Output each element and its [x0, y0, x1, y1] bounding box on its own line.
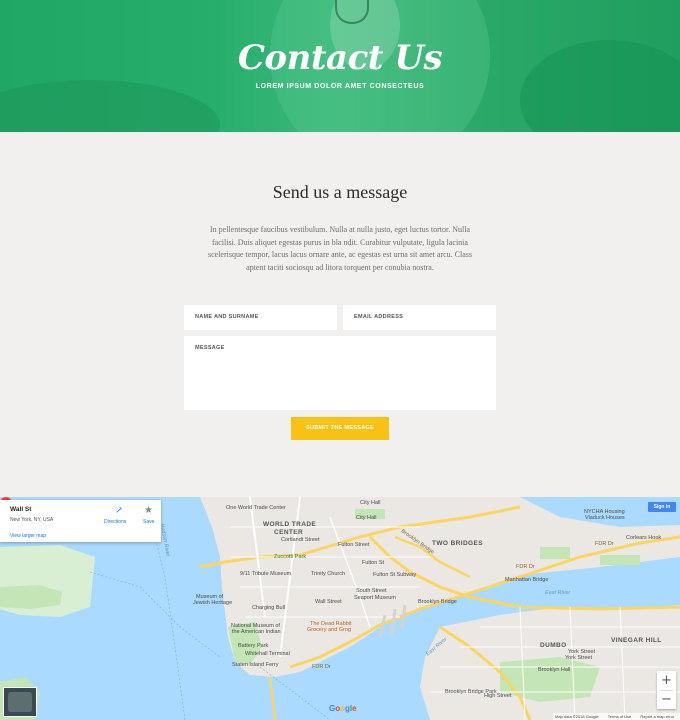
- map-label: Brooklyn Hall: [538, 667, 571, 673]
- directions-link[interactable]: Directions: [104, 519, 126, 525]
- zoom-in-button[interactable]: +: [657, 671, 676, 690]
- map-label: Fulton Street: [338, 542, 370, 548]
- map-label: Battery Park: [238, 643, 269, 649]
- map-label: East River: [545, 590, 571, 596]
- map-label: DUMBO: [540, 642, 567, 649]
- map-label: Cortlandt Street: [281, 537, 320, 543]
- map-label: Wall Street: [315, 599, 342, 605]
- satellite-toggle[interactable]: [3, 687, 37, 717]
- intro-paragraph: In pellentesque faucibus vestibulum. Nul…: [207, 225, 473, 272]
- map-label: FDR Dr: [595, 541, 614, 547]
- map-label: Zuccotti Park: [274, 554, 307, 560]
- zoom-out-button[interactable]: −: [657, 690, 676, 709]
- email-input[interactable]: EMAIL ADDRESS: [343, 305, 496, 330]
- map-label: 9/11 Tribute Museum: [240, 571, 292, 577]
- map-label: Whitehall Terminal: [245, 651, 290, 657]
- submit-button[interactable]: SUBMIT THE MESSAGE: [291, 417, 389, 440]
- map-label: South Street: [356, 588, 387, 594]
- page-subtitle: LOREM IPSUM DOLOR AMET CONSECTEUS: [255, 83, 425, 90]
- map-label: Seaport Museum: [354, 595, 396, 601]
- map-label: Staten Island Ferry: [232, 662, 279, 668]
- message-textarea[interactable]: MESSAGE: [184, 336, 496, 410]
- map-label: Jewish Heritage: [193, 600, 233, 606]
- directions-icon[interactable]: ↗: [114, 506, 124, 516]
- map-label: York Street: [565, 655, 593, 661]
- place-card: Wall St New York, NY, USA View larger ma…: [0, 500, 161, 542]
- map-label: VINEGAR HILL: [611, 637, 662, 644]
- map-label: Fulton St: [362, 560, 385, 566]
- map-label: CENTER: [274, 529, 304, 536]
- save-link[interactable]: Save: [143, 519, 154, 525]
- map-label: Manhattan Bridge: [505, 577, 549, 583]
- map-label: Viaduck Houses: [585, 515, 625, 521]
- map-label: FDR Dr: [312, 664, 331, 670]
- hero-banner: Contact Us LOREM IPSUM DOLOR AMET CONSEC…: [0, 0, 680, 132]
- star-icon[interactable]: ★: [144, 505, 153, 516]
- place-name: Wall St: [10, 506, 32, 513]
- sign-in-button[interactable]: Sign in: [648, 502, 676, 512]
- map-label: WORLD TRADE: [263, 521, 317, 528]
- map-label: Fulton St Subway: [373, 572, 417, 578]
- map-label: Charging Bull: [252, 605, 286, 611]
- view-larger-map-link[interactable]: View larger map: [10, 533, 46, 539]
- map-label: FDR Dr: [516, 564, 535, 570]
- satellite-thumbnail: [8, 692, 32, 712]
- place-address: New York, NY, USA: [10, 517, 54, 523]
- zoom-divider: [660, 690, 673, 691]
- map-label: the American Indian: [232, 629, 281, 635]
- map-data-attribution: Map data ©2018 Google: [555, 714, 599, 719]
- map-label: City Hall: [356, 515, 377, 521]
- map-label: Trinity Church: [311, 571, 346, 577]
- map-label: Corlears Hook: [626, 535, 662, 541]
- map-label: Grocery and Grog: [307, 627, 352, 633]
- terms-link[interactable]: Terms of Use: [608, 714, 632, 719]
- page-title: Contact Us: [237, 38, 443, 78]
- section-title: Send us a message: [272, 182, 408, 202]
- map-label: One World Trade Center: [226, 505, 286, 511]
- map-label: Brooklyn Bridge Park: [445, 689, 497, 695]
- google-logo: Google: [329, 704, 357, 713]
- map-embed[interactable]: One World Trade Center WORLD TRADE CENTE…: [0, 497, 680, 720]
- map-footer: Map data ©2018 Google Terms of Use Repor…: [553, 713, 680, 720]
- map-label: City Hall: [360, 500, 381, 506]
- map-label: Brooklyn Bridge: [418, 599, 457, 605]
- map-label: TWO BRIDGES: [432, 540, 483, 547]
- report-error-link[interactable]: Report a map error: [640, 714, 674, 719]
- zoom-control: + −: [657, 671, 676, 709]
- name-input[interactable]: NAME AND SURNAME: [184, 305, 337, 330]
